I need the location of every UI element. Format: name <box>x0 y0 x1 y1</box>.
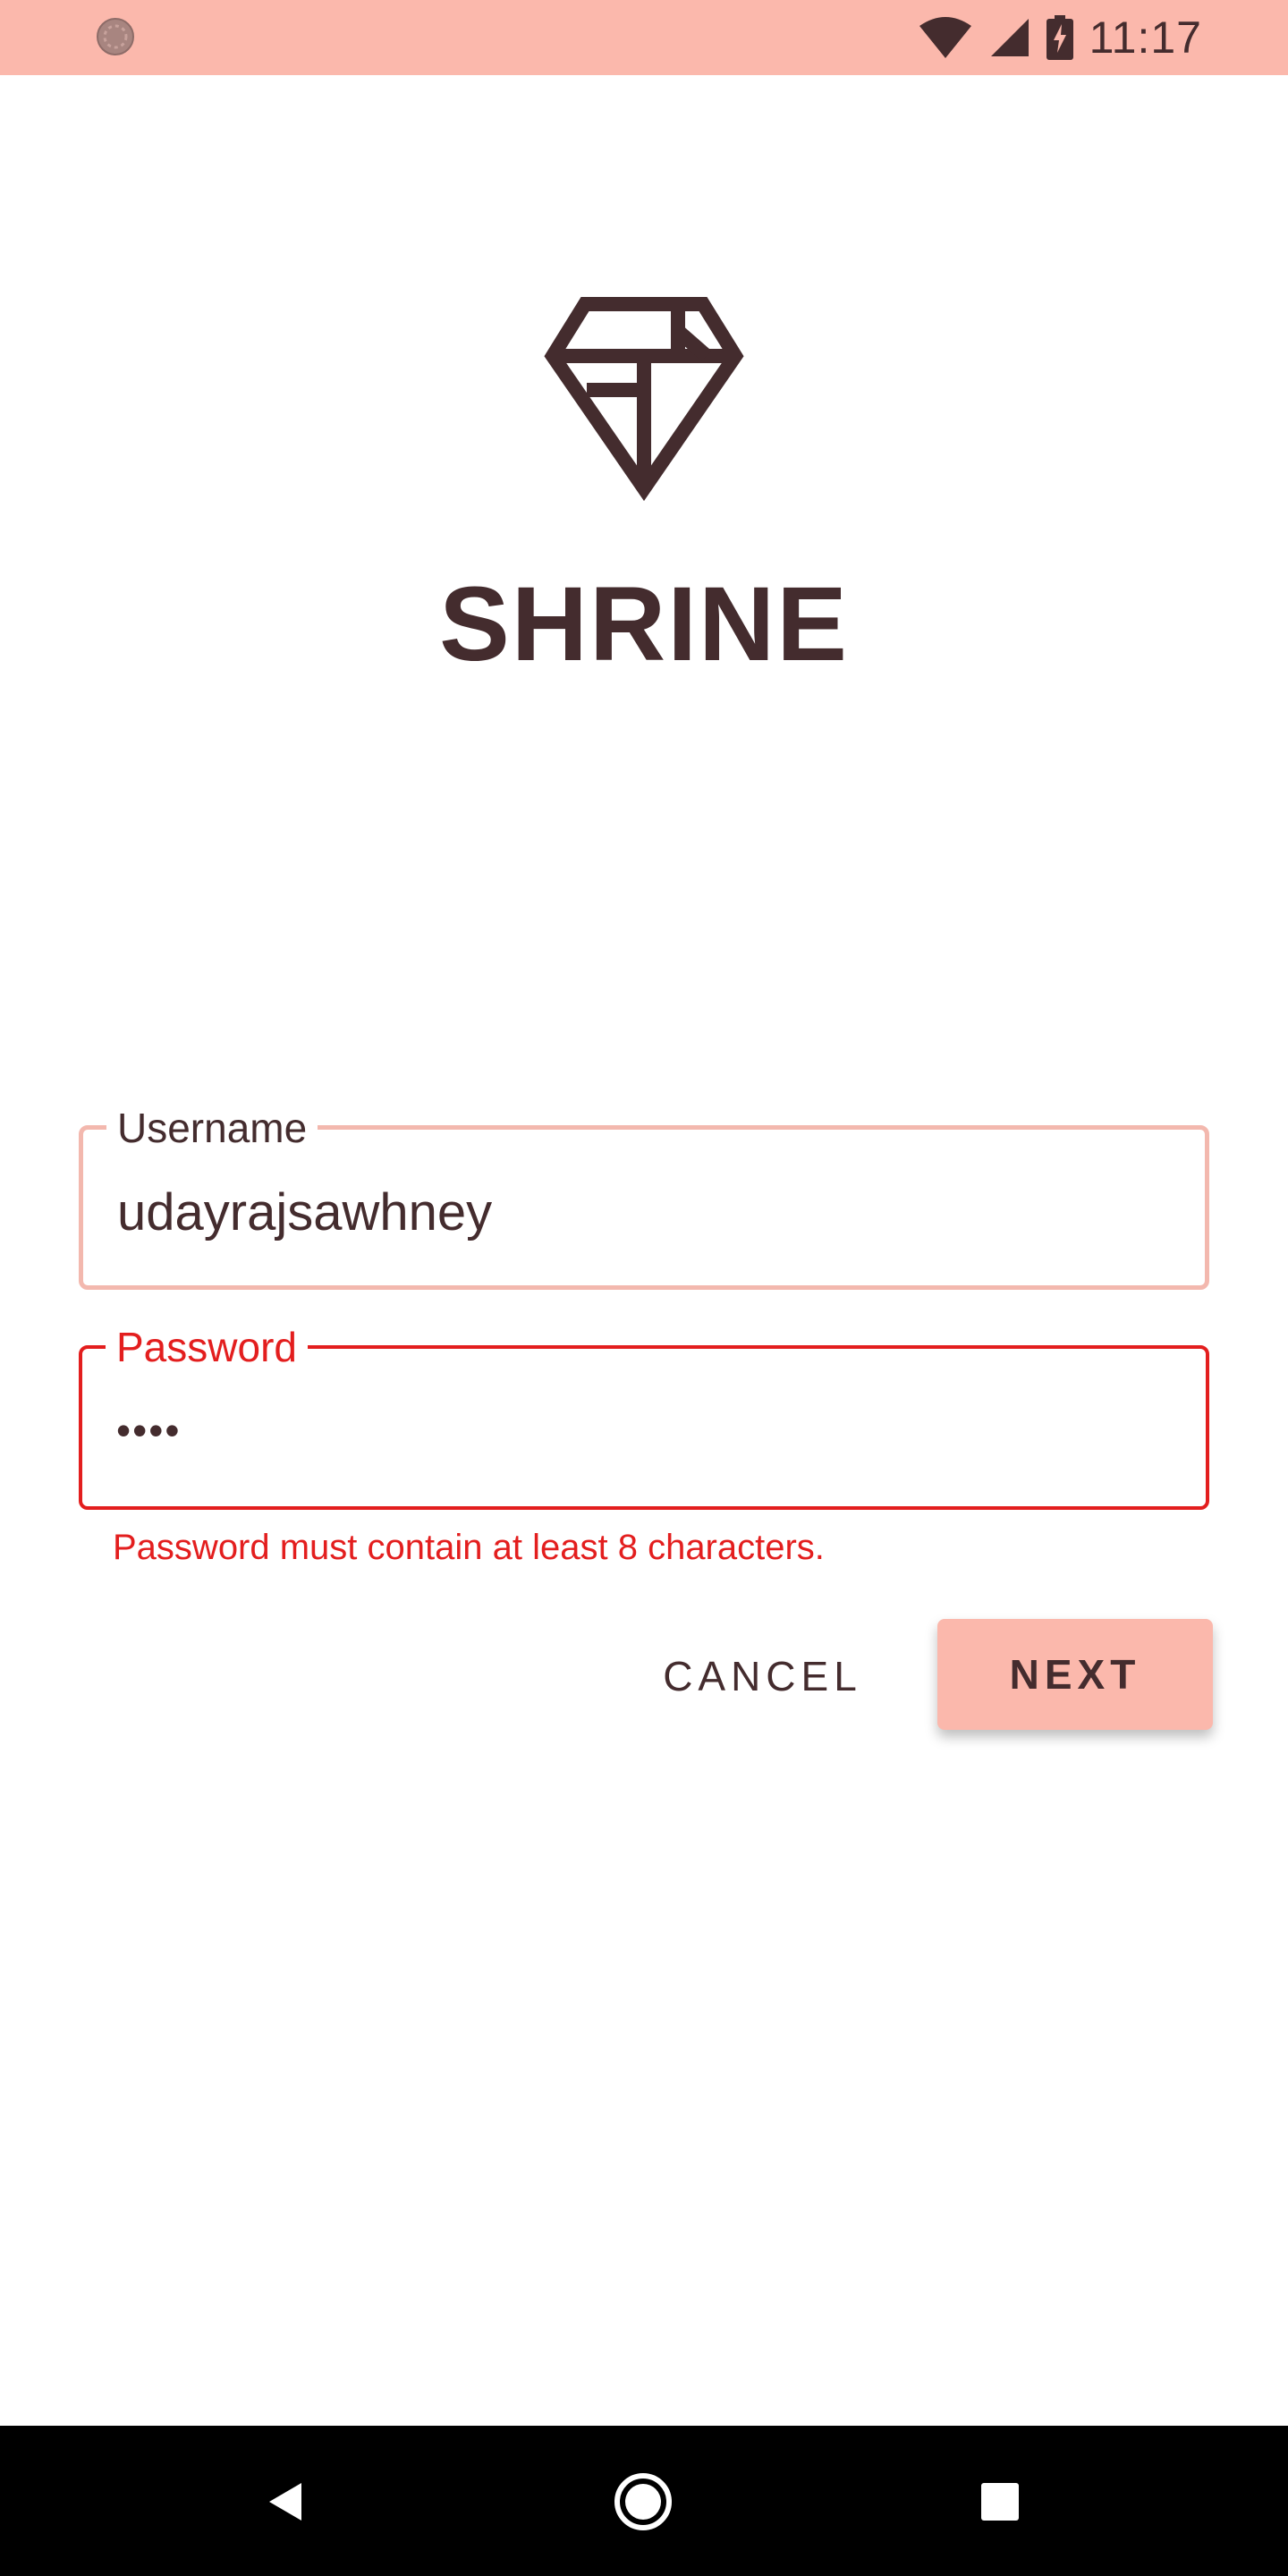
battery-charging-icon <box>1046 15 1073 60</box>
app-title: SHRINE <box>439 565 849 683</box>
loading-indicator-icon <box>97 18 134 55</box>
username-input[interactable]: udayrajsawhney <box>117 1182 492 1244</box>
recents-button[interactable] <box>960 2462 1040 2542</box>
username-label: Username <box>106 1103 318 1153</box>
diamond-icon <box>544 297 744 502</box>
cancel-button[interactable]: CANCEL <box>626 1621 899 1732</box>
cell-signal-icon <box>990 19 1029 56</box>
next-button[interactable]: NEXT <box>937 1619 1213 1730</box>
password-field[interactable]: Password •••• <box>79 1322 1209 1510</box>
username-field[interactable]: Username udayrajsawhney <box>79 1103 1209 1290</box>
wifi-icon <box>919 17 971 58</box>
status-icons: 11:17 <box>918 0 1202 75</box>
status-time: 11:17 <box>1089 13 1202 63</box>
navigation-bar <box>0 2426 1288 2576</box>
home-button[interactable] <box>603 2462 683 2542</box>
password-input[interactable]: •••• <box>116 1399 181 1462</box>
recents-icon <box>981 2483 1019 2521</box>
password-label: Password <box>106 1322 308 1372</box>
home-icon <box>614 2473 672 2530</box>
back-button[interactable] <box>246 2462 326 2542</box>
status-bar: 11:17 <box>0 0 1288 75</box>
back-icon <box>269 2483 301 2521</box>
login-screen: 11:17 SHRINE Username udayrajsawhney Pas… <box>0 0 1288 2576</box>
password-error-message: Password must contain at least 8 charact… <box>113 1528 825 1567</box>
